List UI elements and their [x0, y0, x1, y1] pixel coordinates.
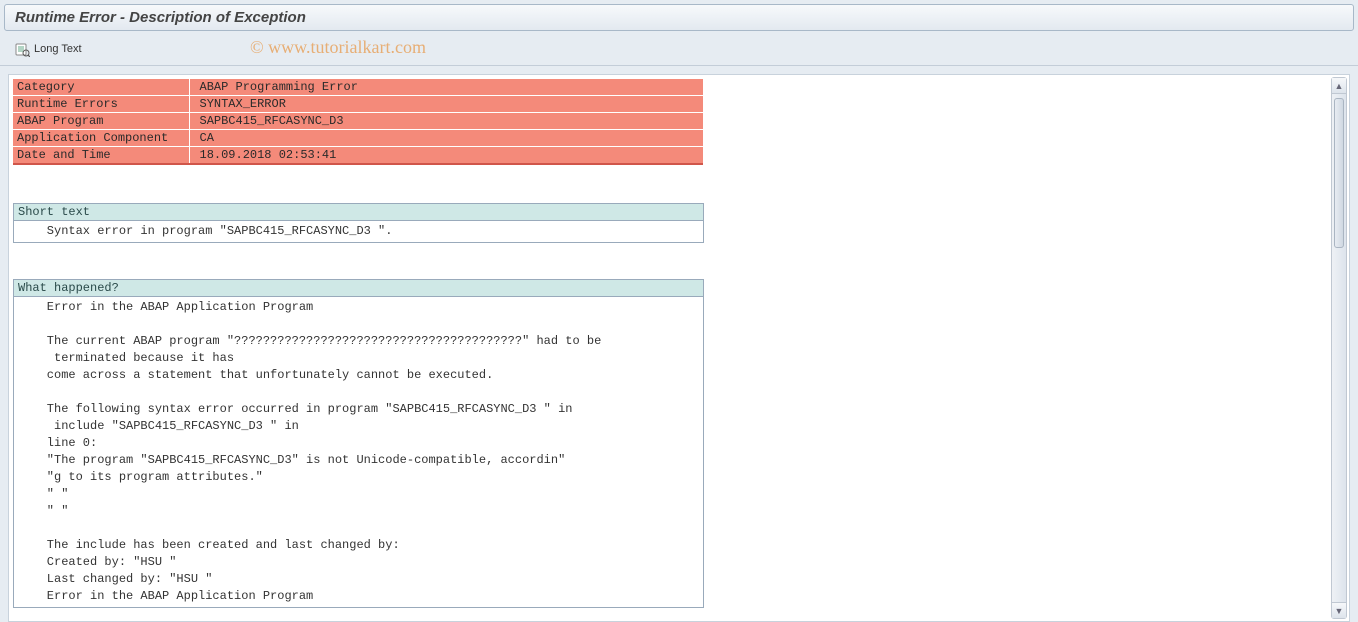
- error-info-label: Runtime Errors: [13, 96, 189, 113]
- section-line: "The program "SAPBC415_RFCASYNC_D3" is n…: [18, 452, 699, 469]
- section-header: Short text: [14, 204, 703, 221]
- section-line: [18, 384, 699, 401]
- error-info-value: ABAP Programming Error: [189, 79, 703, 96]
- error-info-value: CA: [189, 130, 703, 147]
- section-line: The following syntax error occurred in p…: [18, 401, 699, 418]
- section-line: Created by: "HSU ": [18, 554, 699, 571]
- section-line: The include has been created and last ch…: [18, 537, 699, 554]
- error-info-value: SAPBC415_RFCASYNC_D3: [189, 113, 703, 130]
- error-info-table: CategoryABAP Programming ErrorRuntime Er…: [13, 79, 703, 165]
- scroll-up-icon[interactable]: ▲: [1332, 78, 1346, 94]
- error-info-label: Category: [13, 79, 189, 96]
- error-info-row: Application ComponentCA: [13, 130, 703, 147]
- section-body: Error in the ABAP Application Program Th…: [14, 297, 703, 607]
- scroll-thumb[interactable]: [1334, 98, 1344, 248]
- toolbar: Long Text © www.tutorialkart.com: [0, 35, 1358, 66]
- section-line: Error in the ABAP Application Program: [18, 299, 699, 316]
- error-info-label: ABAP Program: [13, 113, 189, 130]
- error-info-row: CategoryABAP Programming Error: [13, 79, 703, 96]
- section-line: come across a statement that unfortunate…: [18, 367, 699, 384]
- content-scrollbar[interactable]: ▲ ▼: [1331, 77, 1347, 619]
- page-title: Runtime Error - Description of Exception: [15, 9, 306, 26]
- section-line: terminated because it has: [18, 350, 699, 367]
- error-info-row: ABAP ProgramSAPBC415_RFCASYNC_D3: [13, 113, 703, 130]
- section-box: Short text Syntax error in program "SAPB…: [13, 203, 704, 243]
- section-header: What happened?: [14, 280, 703, 297]
- scroll-down-icon[interactable]: ▼: [1332, 602, 1346, 618]
- long-text-label: Long Text: [34, 43, 82, 55]
- section-body: Syntax error in program "SAPBC415_RFCASY…: [14, 221, 703, 242]
- section-line: Syntax error in program "SAPBC415_RFCASY…: [18, 223, 699, 240]
- section-line: line 0:: [18, 435, 699, 452]
- section-line: "g to its program attributes.": [18, 469, 699, 486]
- watermark-text: © www.tutorialkart.com: [250, 37, 426, 58]
- section-box: What happened? Error in the ABAP Applica…: [13, 279, 704, 608]
- long-text-icon: [14, 41, 30, 57]
- section-line: include "SAPBC415_RFCASYNC_D3 " in: [18, 418, 699, 435]
- error-info-row: Date and Time18.09.2018 02:53:41: [13, 147, 703, 165]
- section-line: The current ABAP program "??????????????…: [18, 333, 699, 350]
- content-area: CategoryABAP Programming ErrorRuntime Er…: [8, 74, 1350, 622]
- error-info-value: SYNTAX_ERROR: [189, 96, 703, 113]
- section-line: Last changed by: "HSU ": [18, 571, 699, 588]
- section-line: Error in the ABAP Application Program: [18, 588, 699, 605]
- section-line: " ": [18, 486, 699, 503]
- long-text-button[interactable]: Long Text: [14, 41, 82, 57]
- error-info-value: 18.09.2018 02:53:41: [189, 147, 703, 165]
- error-info-label: Application Component: [13, 130, 189, 147]
- error-info-row: Runtime ErrorsSYNTAX_ERROR: [13, 96, 703, 113]
- title-bar: Runtime Error - Description of Exception: [4, 4, 1354, 31]
- error-info-label: Date and Time: [13, 147, 189, 165]
- section-line: [18, 316, 699, 333]
- section-line: " ": [18, 503, 699, 520]
- section-line: [18, 520, 699, 537]
